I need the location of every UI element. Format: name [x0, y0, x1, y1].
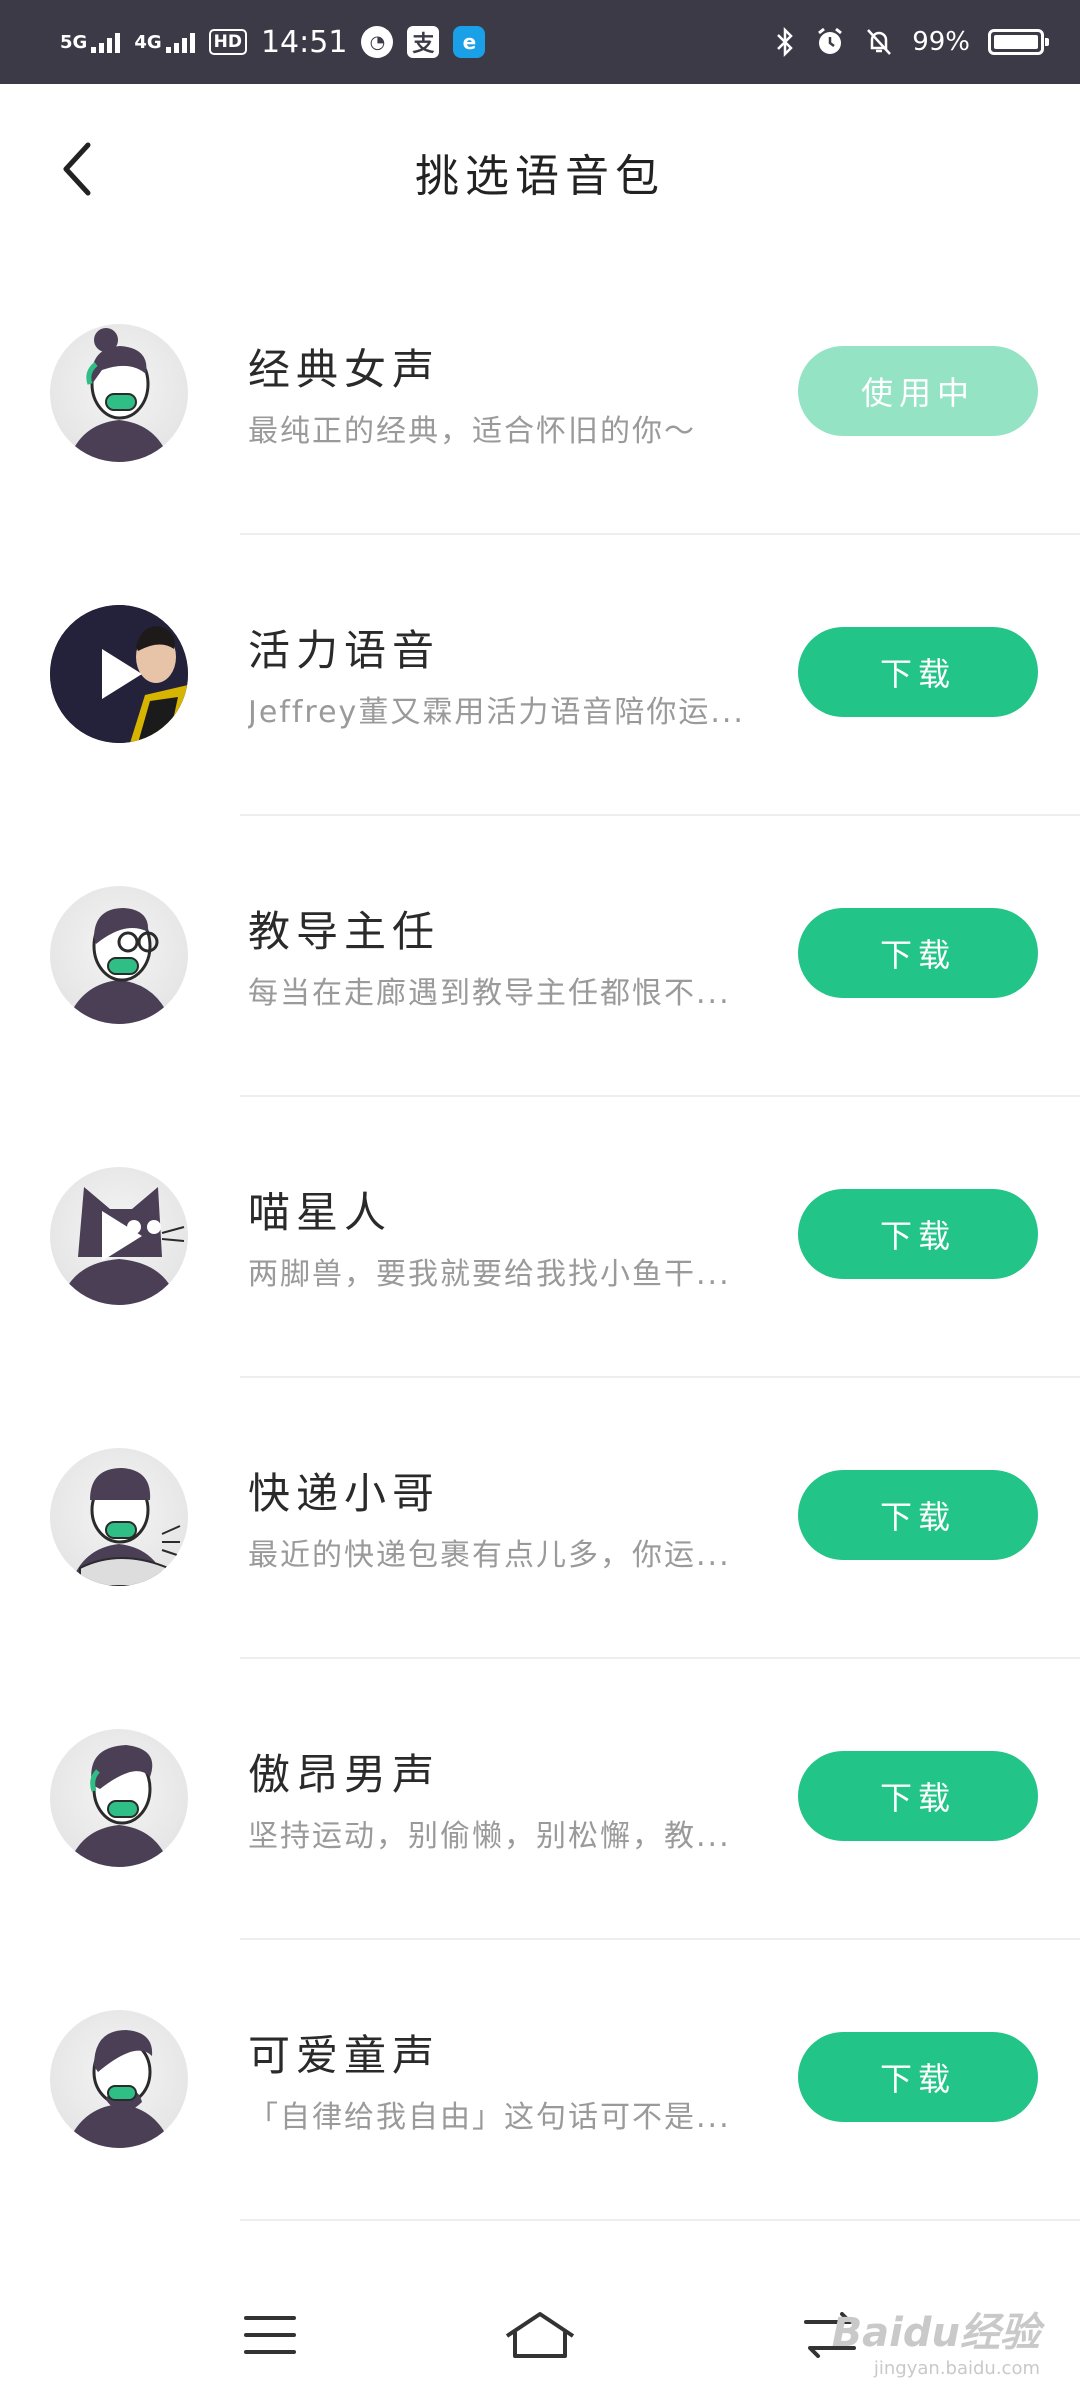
- voice-description: 每当在走廊遇到教导主任都恨不...: [248, 976, 731, 1011]
- voice-description: 坚持运动，别偷懒，别松懈，教...: [248, 1819, 731, 1854]
- voice-name: 活力语音: [248, 626, 441, 675]
- avatar: [50, 1167, 188, 1305]
- in-use-button[interactable]: 使用中: [798, 346, 1038, 436]
- battery-icon: [988, 29, 1049, 55]
- voice-name: 教导主任: [248, 907, 441, 956]
- voice-pack-item: 经典女声 最纯正的经典，适合怀旧的你～ 使用中: [0, 254, 1080, 535]
- voice-name: 快递小哥: [248, 1469, 441, 1518]
- voice-pack-item: 活力语音 Jeffrey董又霖用活力语音陪你运... 下载: [0, 535, 1080, 816]
- header: 挑选语音包: [0, 84, 1080, 254]
- male-character-icon: [68, 1745, 170, 1867]
- voice-name: 可爱童声: [248, 2031, 441, 2080]
- download-button[interactable]: 下载: [798, 1751, 1038, 1841]
- play-icon[interactable]: [50, 1167, 188, 1305]
- download-button[interactable]: 下载: [798, 2032, 1038, 2122]
- voice-description: 最近的快递包裹有点儿多，你运...: [248, 1538, 731, 1573]
- female-character-icon: [68, 328, 170, 462]
- network-5g: 5G: [60, 31, 121, 53]
- status-left: 5G 4G HD 14:51 ◔ 支 e: [60, 16, 486, 68]
- home-icon: [505, 2312, 575, 2358]
- watermark-url: jingyan.baidu.com: [873, 2358, 1040, 2379]
- status-bar: 5G 4G HD 14:51 ◔ 支 e 99%: [0, 0, 1080, 84]
- child-character-icon: [66, 2030, 172, 2148]
- battery-percent: 99%: [912, 27, 970, 57]
- voice-description: 最纯正的经典，适合怀旧的你～: [248, 414, 696, 449]
- download-button[interactable]: 下载: [798, 1189, 1038, 1279]
- hd-voice-icon: HD: [208, 29, 247, 55]
- menu-icon: [244, 2316, 296, 2354]
- status-right: 99%: [774, 16, 1049, 68]
- voice-description: 两脚兽，要我就要给我找小鱼干...: [248, 1257, 731, 1292]
- mute-notification-icon: [867, 29, 892, 55]
- alipay-icon: 支: [407, 26, 440, 58]
- voice-pack-item: 教导主任 每当在走廊遇到教导主任都恨不... 下载: [0, 816, 1080, 1097]
- download-button[interactable]: 下载: [798, 627, 1038, 717]
- status-time: 14:51: [260, 24, 348, 60]
- watermark-brand: Baidu经验: [831, 2310, 1040, 2356]
- courier-character-icon: [70, 1468, 181, 1586]
- avatar: [50, 1729, 188, 1867]
- avatar: [50, 1448, 188, 1586]
- voice-pack-item: 喵星人 两脚兽，要我就要给我找小鱼干... 下载: [0, 1097, 1080, 1378]
- page-title: 挑选语音包: [415, 151, 665, 202]
- voice-pack-item: 可爱童声 「自律给我自由」这句话可不是... 下载: [0, 1940, 1080, 2221]
- menu-button[interactable]: [230, 2300, 310, 2370]
- browser-icon: e: [453, 26, 486, 58]
- voice-description: Jeffrey董又霖用活力语音陪你运...: [248, 695, 745, 730]
- teacher-character-icon: [66, 908, 172, 1024]
- signal-icon: [165, 31, 195, 53]
- divider: [240, 2219, 1080, 2221]
- voice-pack-item: 傲昂男声 坚持运动，别偷懒，别松懈，教... 下载: [0, 1659, 1080, 1940]
- download-button[interactable]: 下载: [798, 1470, 1038, 1560]
- network-4g: 4G: [134, 31, 195, 53]
- avatar: [50, 2010, 188, 2148]
- avatar: [50, 886, 188, 1024]
- voice-pack-list: 经典女声 最纯正的经典，适合怀旧的你～ 使用中 活力语音 Jeffrey董又霖用…: [0, 254, 1080, 2221]
- avatar: [50, 324, 188, 462]
- voice-pack-item: 快递小哥 最近的快递包裹有点儿多，你运... 下载: [0, 1378, 1080, 1659]
- bluetooth-icon: [777, 26, 793, 58]
- avatar: [50, 605, 188, 743]
- alarm-icon: [818, 27, 843, 54]
- watermark: Baidu经验 jingyan.baidu.com: [832, 2300, 1040, 2379]
- voice-name: 经典女声: [248, 345, 441, 394]
- voice-name: 喵星人: [248, 1188, 393, 1237]
- signal-icon: [91, 31, 121, 53]
- voice-description: 「自律给我自由」这句话可不是...: [248, 2100, 731, 2135]
- speed-icon: ◔: [361, 26, 394, 58]
- download-button[interactable]: 下载: [798, 908, 1038, 998]
- voice-name: 傲昂男声: [248, 1750, 441, 1799]
- home-button[interactable]: [500, 2300, 580, 2370]
- play-icon[interactable]: [50, 605, 188, 743]
